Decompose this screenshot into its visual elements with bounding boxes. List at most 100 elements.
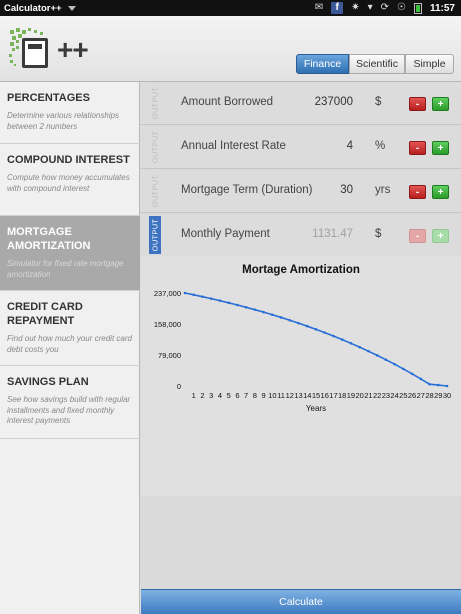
sidebar-item-percentages[interactable]: PERCENTAGES Determine various relationsh… — [0, 82, 140, 144]
increment-button: + — [432, 229, 449, 243]
mode-tab-simple[interactable]: Simple — [405, 54, 454, 74]
data-point — [436, 383, 440, 387]
sidebar-item-description: Compute how money accumulates with compo… — [7, 173, 130, 193]
data-point — [340, 338, 344, 341]
increment-button[interactable]: + — [432, 141, 449, 155]
signal-caret-icon[interactable]: ▾ — [368, 0, 373, 16]
x-tick-label: 8 — [253, 391, 257, 400]
mode-tab-scientific[interactable]: Scientific — [349, 54, 405, 74]
mail-icon[interactable]: ✉ — [315, 0, 323, 16]
data-point — [279, 316, 283, 319]
unit-label: $ — [375, 228, 382, 240]
x-tick-label: 2 — [200, 391, 204, 400]
data-point — [402, 367, 405, 371]
x-tick-label: 18 — [338, 391, 346, 400]
output-row-monthly-payment: OUTPUT Monthly Payment 1131.47 $ - + — [141, 214, 461, 257]
x-tick-label: 13 — [294, 391, 302, 400]
input-row-mortgage-term: OUTPUT Mortgage Term (Duration) 30 yrs -… — [141, 170, 461, 213]
chart-svg: 079,000158,000237,0001 2 3 4 5 6 7 8 9 10 11 12 13 14… — [154, 289, 451, 413]
sidebar-item-title: CREDIT CARD REPAYMENT — [7, 301, 83, 327]
interest-rate-field[interactable]: 4 — [291, 140, 353, 152]
x-tick-label: 15 — [312, 391, 320, 400]
data-point — [236, 303, 239, 307]
x-tick-label: 24 — [390, 391, 398, 400]
x-tick-label: 21 — [364, 391, 372, 400]
amount-borrowed-field[interactable]: 237000 — [291, 96, 353, 108]
x-tick-label: 22 — [373, 391, 381, 400]
rotation-lock-icon[interactable]: ⟳ — [381, 0, 389, 16]
app-header: ++ Finance Scientific Simple — [0, 16, 461, 82]
sidebar-item-title: SAVINGS PLAN — [7, 376, 89, 388]
sidebar-item-credit-card-repayment[interactable]: CREDIT CARD REPAYMENT Find out how much … — [0, 291, 140, 366]
facebook-icon[interactable]: f — [331, 2, 344, 14]
x-tick-label: 10 — [268, 391, 276, 400]
y-tick-label: 237,000 — [154, 289, 181, 298]
mode-tab-finance[interactable]: Finance — [296, 54, 349, 74]
field-label: Monthly Payment — [181, 228, 270, 240]
data-point — [227, 301, 230, 305]
main-panel: OUTPUT Amount Borrowed 237000 $ - + OUTP… — [141, 82, 461, 614]
logo-text: ++ — [57, 34, 89, 65]
increment-button[interactable]: + — [432, 97, 449, 111]
battery-icon[interactable] — [413, 2, 422, 14]
data-point — [428, 382, 431, 386]
data-point — [419, 377, 423, 381]
data-point — [445, 384, 449, 388]
usb-icon: ✷ — [351, 2, 360, 13]
field-label: Amount Borrowed — [181, 96, 274, 108]
mortgage-term-field[interactable]: 30 — [291, 184, 353, 196]
data-point — [218, 299, 222, 302]
data-point — [192, 293, 196, 297]
sidebar-item-title: MORTGAGE AMORTIZATION — [7, 226, 91, 252]
series-line — [184, 292, 448, 387]
sidebar-item-savings-plan[interactable]: SAVINGS PLAN See how savings build with … — [0, 366, 140, 439]
x-tick-label: 30 — [443, 391, 451, 400]
data-point — [332, 334, 335, 338]
app-window: Calculator++ ✉ f ✷ ▾ ⟳ ☉ 11:57 ++ Financ… — [0, 0, 461, 614]
decrement-button[interactable]: - — [409, 97, 426, 111]
data-point — [201, 295, 204, 298]
app-menu-caret-icon[interactable] — [67, 5, 76, 11]
sidebar-item-compound-interest[interactable]: COMPOUND INTEREST Compute how money accu… — [0, 144, 140, 216]
unit-label: yrs — [375, 184, 391, 196]
x-tick-label: 12 — [286, 391, 294, 400]
data-point — [314, 328, 318, 331]
amortization-chart: Mortage Amortization 0 79,000 158,000 237,0… — [141, 256, 461, 496]
x-tick-label: 20 — [355, 391, 363, 400]
data-point — [297, 321, 300, 325]
x-tick-label: 28 — [425, 391, 433, 400]
calculate-button[interactable]: Calculate — [141, 589, 461, 614]
x-tick-label: 3 — [209, 391, 213, 400]
data-point — [305, 324, 309, 328]
data-point — [384, 358, 388, 361]
increment-button[interactable]: + — [432, 185, 449, 199]
x-tick-label: 29 — [434, 391, 442, 400]
data-point — [288, 318, 292, 322]
app-menu-title[interactable]: Calculator++ — [0, 3, 62, 14]
decrement-button[interactable]: - — [409, 185, 426, 199]
x-tick-label: 11 — [277, 391, 285, 400]
x-tick-label: 9 — [262, 391, 266, 400]
decrement-button[interactable]: - — [409, 141, 426, 155]
calculator-icon — [22, 38, 48, 68]
data-point — [253, 308, 257, 311]
row-tag: OUTPUT — [150, 130, 160, 164]
x-tick-label: 26 — [408, 391, 416, 400]
row-tag: OUTPUT — [150, 174, 160, 208]
y-tick-label: 79,000 — [158, 351, 181, 360]
data-point — [244, 305, 248, 309]
sidebar-item-description: Find out how much your credit card debt … — [7, 334, 132, 354]
x-tick-label: 17 — [329, 391, 337, 400]
x-tick-label: 1 — [192, 391, 196, 400]
unit-label: % — [375, 140, 386, 152]
sidebar-item-mortgage-amortization[interactable]: MORTGAGE AMORTIZATION Simulator for fixe… — [0, 216, 140, 291]
x-tick-label: 19 — [347, 391, 355, 400]
input-row-amount-borrowed: OUTPUT Amount Borrowed 237000 $ - + — [141, 82, 461, 125]
wifi-icon[interactable]: ☉ — [397, 0, 406, 16]
sidebar: PERCENTAGES Determine various relationsh… — [0, 82, 140, 614]
data-point — [393, 362, 396, 366]
data-point — [367, 349, 370, 353]
clock[interactable]: 11:57 — [430, 3, 455, 14]
x-tick-label: 4 — [218, 391, 222, 400]
x-tick-label: 5 — [227, 391, 231, 400]
